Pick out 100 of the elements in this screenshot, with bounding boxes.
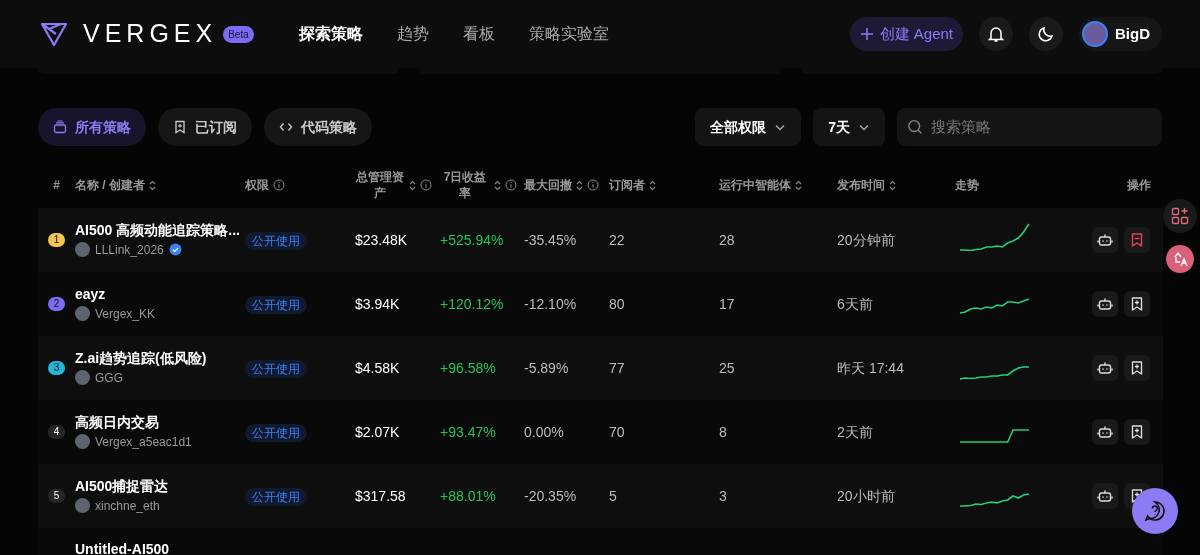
user-menu-button[interactable]: BigD: [1079, 17, 1162, 51]
nav-link[interactable]: 策略实验室: [528, 22, 609, 46]
trend-sparkline: [959, 366, 1030, 380]
strategy-name[interactable]: eayz: [75, 285, 245, 302]
table-cell-text: 77: [609, 358, 626, 378]
subscribe-button[interactable]: [1124, 355, 1150, 381]
nav-link[interactable]: 看板: [462, 22, 495, 46]
sort-icon[interactable]: [889, 179, 896, 191]
column-header[interactable]: 操作: [1127, 176, 1151, 194]
robot-icon: [1097, 488, 1113, 504]
sort-icon[interactable]: [409, 179, 416, 191]
column-header[interactable]: 运行中智能体: [719, 176, 802, 194]
filter-tab[interactable]: 已订阅: [158, 108, 252, 146]
trend-sparkline: [959, 222, 1030, 252]
sort-icon[interactable]: [649, 179, 656, 191]
filter-tab[interactable]: 代码策略: [264, 108, 372, 146]
table-row[interactable]: 3 Z.ai趋势追踪(低风险) GGG 公开使用 $4.58K +96.58% -5.89% 77 25 昨天 17:44: [38, 336, 1163, 400]
table-cell-text: 22: [609, 230, 626, 250]
nav-link[interactable]: 探索策略: [298, 22, 363, 46]
table-cell-text: -35.45%: [524, 230, 578, 250]
avatar: [75, 306, 90, 321]
apps-button[interactable]: [1163, 199, 1197, 233]
table-cell-text: 2天前: [837, 422, 874, 442]
column-header[interactable]: 权限: [245, 176, 285, 194]
subscribe-button[interactable]: [1124, 419, 1150, 445]
strategy-name[interactable]: 高频日内交易: [75, 413, 245, 430]
permission-tag: 公开使用: [245, 296, 307, 314]
bell-icon: [987, 25, 1005, 43]
creator-name[interactable]: Vergex_KK: [95, 304, 156, 323]
table-cell-text: 20小时前: [837, 486, 896, 506]
plus-icon: [859, 27, 874, 41]
logo-icon[interactable]: [40, 21, 68, 47]
search-field[interactable]: 搜索策略: [897, 108, 1162, 146]
period-dropdown[interactable]: 7天: [813, 108, 885, 146]
theme-toggle-button[interactable]: [1029, 17, 1063, 51]
sort-icon[interactable]: [149, 179, 156, 191]
table-cell-text: -5.89%: [524, 358, 570, 378]
table-cell-text: 70: [609, 422, 626, 442]
search-input[interactable]: 搜索策略: [931, 115, 1152, 139]
strategy-name[interactable]: Untitled-AI500: [75, 541, 245, 555]
table-row[interactable]: 2 eayz Vergex_KK 公开使用 $3.94K +120.12% -12.10% 80 17 6天前: [38, 272, 1163, 336]
column-header[interactable]: #: [53, 176, 60, 194]
table-cell-text: 20分钟前: [837, 230, 896, 250]
agent-button[interactable]: [1092, 483, 1118, 509]
table-cell-text: 28: [719, 230, 736, 250]
creator-name[interactable]: LLLink_2026: [95, 240, 164, 259]
robot-icon: [1097, 424, 1113, 440]
avatar: [75, 242, 90, 257]
strategy-name[interactable]: Z.ai趋势追踪(低风险): [75, 349, 245, 366]
trend-sparkline: [959, 429, 1030, 443]
rank-badge: 4: [47, 425, 66, 439]
trend-sparkline: [959, 493, 1030, 507]
subscribe-button[interactable]: [1124, 291, 1150, 317]
robot-icon: [1097, 360, 1113, 376]
sort-icon[interactable]: [795, 179, 802, 191]
column-header[interactable]: 订阅者: [609, 176, 656, 194]
help-button[interactable]: [1132, 488, 1178, 534]
sort-icon[interactable]: [494, 179, 501, 191]
column-header[interactable]: 总管理资产: [355, 169, 432, 201]
table-row[interactable]: Untitled-AI500: [38, 528, 1163, 555]
strategy-name[interactable]: AI500 高频动能追踪策略...: [75, 221, 245, 238]
creator-name[interactable]: xinchne_eth: [95, 496, 160, 515]
avatar: [75, 434, 90, 449]
agent-button[interactable]: [1092, 291, 1118, 317]
creator-name[interactable]: GGG: [95, 368, 123, 387]
permission-tag: 公开使用: [245, 424, 307, 442]
column-header[interactable]: 走势: [955, 176, 979, 194]
agent-button[interactable]: [1092, 227, 1118, 253]
permission-dropdown[interactable]: 全部权限: [695, 108, 802, 146]
table-cell-text: 25: [719, 358, 736, 378]
robot-icon: [1097, 232, 1113, 248]
creator-name[interactable]: Vergex_a5eac1d1: [95, 432, 192, 451]
column-header[interactable]: 7日收益率: [440, 169, 517, 201]
table-row[interactable]: 4 高频日内交易 Vergex_a5eac1d1 公开使用 $2.07K +93.47% 0.00% 70 8 2天前: [38, 400, 1163, 464]
strategy-name[interactable]: AI500捕捉雷达: [75, 477, 245, 494]
bookmark-icon: [1129, 360, 1145, 376]
table-cell-text: $4.58K: [355, 358, 401, 378]
filter-tab[interactable]: 所有策略: [38, 108, 146, 146]
bookmark-icon: [173, 120, 187, 134]
rank-badge: 5: [47, 489, 66, 503]
apps-sparkle-icon: [1171, 207, 1189, 225]
nav-link[interactable]: 趋势: [396, 22, 429, 46]
info-icon: [273, 179, 285, 191]
trend-sparkline: [959, 298, 1030, 314]
sort-icon[interactable]: [576, 179, 583, 191]
column-header[interactable]: 发布时间: [837, 176, 896, 194]
table-cell-text: 3: [719, 486, 728, 506]
rank-badge: 2: [47, 297, 66, 311]
create-agent-button[interactable]: 创建 Agent: [849, 17, 963, 51]
table-cell-text: 17: [719, 294, 736, 314]
agent-button[interactable]: [1092, 419, 1118, 445]
translate-button[interactable]: [1166, 245, 1194, 273]
column-header[interactable]: 名称 / 创建者: [75, 176, 156, 194]
table-cell-text: 0.00%: [524, 422, 565, 442]
table-row[interactable]: 5 AI500捕捉雷达 xinchne_eth 公开使用 $317.58 +88.01% -20.35% 5 3 20小时前: [38, 464, 1163, 528]
stack-icon: [53, 120, 67, 134]
agent-button[interactable]: [1092, 355, 1118, 381]
robot-icon: [1097, 296, 1113, 312]
column-header[interactable]: 最大回撤: [524, 176, 599, 194]
notifications-button[interactable]: [979, 17, 1013, 51]
